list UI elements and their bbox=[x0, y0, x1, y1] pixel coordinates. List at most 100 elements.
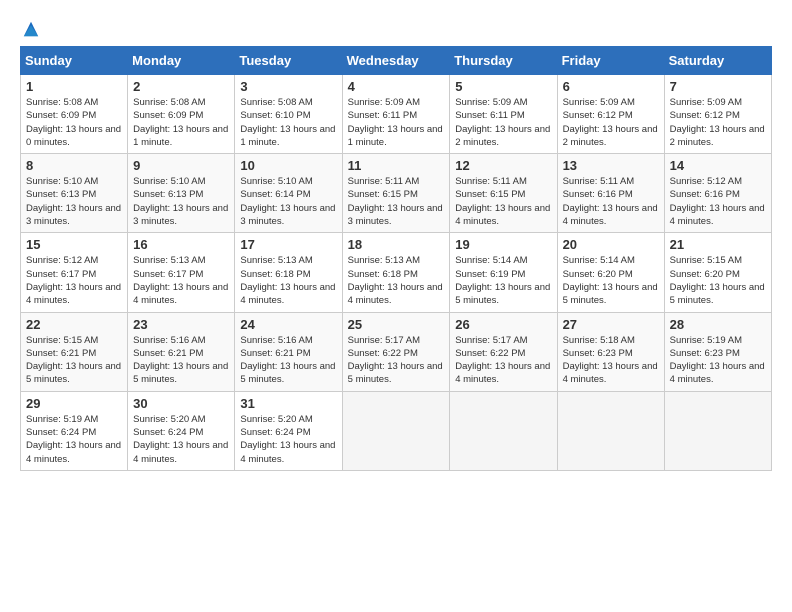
day-number: 9 bbox=[133, 158, 229, 173]
day-info: Sunrise: 5:10 AM Sunset: 6:14 PM Dayligh… bbox=[240, 175, 336, 228]
day-info: Sunrise: 5:13 AM Sunset: 6:17 PM Dayligh… bbox=[133, 254, 229, 307]
weekday-header: Sunday bbox=[21, 47, 128, 75]
page-header bbox=[20, 20, 772, 36]
day-number: 12 bbox=[455, 158, 551, 173]
day-number: 26 bbox=[455, 317, 551, 332]
calendar-cell: 30 Sunrise: 5:20 AM Sunset: 6:24 PM Dayl… bbox=[128, 391, 235, 470]
day-info: Sunrise: 5:19 AM Sunset: 6:24 PM Dayligh… bbox=[26, 413, 122, 466]
day-number: 18 bbox=[348, 237, 445, 252]
day-number: 6 bbox=[563, 79, 659, 94]
day-info: Sunrise: 5:08 AM Sunset: 6:09 PM Dayligh… bbox=[133, 96, 229, 149]
day-number: 21 bbox=[670, 237, 766, 252]
calendar-cell: 18 Sunrise: 5:13 AM Sunset: 6:18 PM Dayl… bbox=[342, 233, 450, 312]
day-info: Sunrise: 5:13 AM Sunset: 6:18 PM Dayligh… bbox=[240, 254, 336, 307]
day-info: Sunrise: 5:09 AM Sunset: 6:12 PM Dayligh… bbox=[563, 96, 659, 149]
day-number: 31 bbox=[240, 396, 336, 411]
calendar-cell: 12 Sunrise: 5:11 AM Sunset: 6:15 PM Dayl… bbox=[450, 154, 557, 233]
logo bbox=[20, 20, 40, 36]
day-number: 30 bbox=[133, 396, 229, 411]
day-number: 20 bbox=[563, 237, 659, 252]
calendar-cell: 27 Sunrise: 5:18 AM Sunset: 6:23 PM Dayl… bbox=[557, 312, 664, 391]
calendar-cell: 28 Sunrise: 5:19 AM Sunset: 6:23 PM Dayl… bbox=[664, 312, 771, 391]
calendar-table: SundayMondayTuesdayWednesdayThursdayFrid… bbox=[20, 46, 772, 471]
calendar-cell: 5 Sunrise: 5:09 AM Sunset: 6:11 PM Dayli… bbox=[450, 75, 557, 154]
day-number: 4 bbox=[348, 79, 445, 94]
calendar-cell: 29 Sunrise: 5:19 AM Sunset: 6:24 PM Dayl… bbox=[21, 391, 128, 470]
day-number: 14 bbox=[670, 158, 766, 173]
day-number: 5 bbox=[455, 79, 551, 94]
day-number: 28 bbox=[670, 317, 766, 332]
calendar-week-row: 8 Sunrise: 5:10 AM Sunset: 6:13 PM Dayli… bbox=[21, 154, 772, 233]
calendar-cell: 15 Sunrise: 5:12 AM Sunset: 6:17 PM Dayl… bbox=[21, 233, 128, 312]
day-number: 17 bbox=[240, 237, 336, 252]
calendar-cell: 6 Sunrise: 5:09 AM Sunset: 6:12 PM Dayli… bbox=[557, 75, 664, 154]
calendar-cell: 16 Sunrise: 5:13 AM Sunset: 6:17 PM Dayl… bbox=[128, 233, 235, 312]
day-number: 19 bbox=[455, 237, 551, 252]
day-number: 13 bbox=[563, 158, 659, 173]
calendar-cell: 11 Sunrise: 5:11 AM Sunset: 6:15 PM Dayl… bbox=[342, 154, 450, 233]
weekday-header: Monday bbox=[128, 47, 235, 75]
calendar-week-row: 15 Sunrise: 5:12 AM Sunset: 6:17 PM Dayl… bbox=[21, 233, 772, 312]
day-number: 1 bbox=[26, 79, 122, 94]
calendar-cell: 19 Sunrise: 5:14 AM Sunset: 6:19 PM Dayl… bbox=[450, 233, 557, 312]
day-info: Sunrise: 5:09 AM Sunset: 6:11 PM Dayligh… bbox=[348, 96, 445, 149]
calendar-cell: 17 Sunrise: 5:13 AM Sunset: 6:18 PM Dayl… bbox=[235, 233, 342, 312]
day-info: Sunrise: 5:12 AM Sunset: 6:17 PM Dayligh… bbox=[26, 254, 122, 307]
day-number: 3 bbox=[240, 79, 336, 94]
day-info: Sunrise: 5:09 AM Sunset: 6:12 PM Dayligh… bbox=[670, 96, 766, 149]
weekday-header: Friday bbox=[557, 47, 664, 75]
day-number: 11 bbox=[348, 158, 445, 173]
calendar-cell: 21 Sunrise: 5:15 AM Sunset: 6:20 PM Dayl… bbox=[664, 233, 771, 312]
day-info: Sunrise: 5:10 AM Sunset: 6:13 PM Dayligh… bbox=[133, 175, 229, 228]
day-info: Sunrise: 5:14 AM Sunset: 6:19 PM Dayligh… bbox=[455, 254, 551, 307]
day-number: 10 bbox=[240, 158, 336, 173]
calendar-cell: 9 Sunrise: 5:10 AM Sunset: 6:13 PM Dayli… bbox=[128, 154, 235, 233]
day-number: 16 bbox=[133, 237, 229, 252]
day-info: Sunrise: 5:12 AM Sunset: 6:16 PM Dayligh… bbox=[670, 175, 766, 228]
day-number: 8 bbox=[26, 158, 122, 173]
calendar-cell: 2 Sunrise: 5:08 AM Sunset: 6:09 PM Dayli… bbox=[128, 75, 235, 154]
calendar-cell: 3 Sunrise: 5:08 AM Sunset: 6:10 PM Dayli… bbox=[235, 75, 342, 154]
day-info: Sunrise: 5:17 AM Sunset: 6:22 PM Dayligh… bbox=[455, 334, 551, 387]
day-info: Sunrise: 5:15 AM Sunset: 6:20 PM Dayligh… bbox=[670, 254, 766, 307]
day-info: Sunrise: 5:09 AM Sunset: 6:11 PM Dayligh… bbox=[455, 96, 551, 149]
day-number: 25 bbox=[348, 317, 445, 332]
calendar-cell: 20 Sunrise: 5:14 AM Sunset: 6:20 PM Dayl… bbox=[557, 233, 664, 312]
day-number: 15 bbox=[26, 237, 122, 252]
calendar-cell: 1 Sunrise: 5:08 AM Sunset: 6:09 PM Dayli… bbox=[21, 75, 128, 154]
day-info: Sunrise: 5:16 AM Sunset: 6:21 PM Dayligh… bbox=[240, 334, 336, 387]
calendar-week-row: 29 Sunrise: 5:19 AM Sunset: 6:24 PM Dayl… bbox=[21, 391, 772, 470]
day-info: Sunrise: 5:11 AM Sunset: 6:15 PM Dayligh… bbox=[455, 175, 551, 228]
day-info: Sunrise: 5:11 AM Sunset: 6:15 PM Dayligh… bbox=[348, 175, 445, 228]
day-number: 27 bbox=[563, 317, 659, 332]
day-number: 7 bbox=[670, 79, 766, 94]
day-info: Sunrise: 5:18 AM Sunset: 6:23 PM Dayligh… bbox=[563, 334, 659, 387]
calendar-cell: 13 Sunrise: 5:11 AM Sunset: 6:16 PM Dayl… bbox=[557, 154, 664, 233]
day-info: Sunrise: 5:14 AM Sunset: 6:20 PM Dayligh… bbox=[563, 254, 659, 307]
weekday-header: Saturday bbox=[664, 47, 771, 75]
day-info: Sunrise: 5:20 AM Sunset: 6:24 PM Dayligh… bbox=[240, 413, 336, 466]
calendar-cell: 14 Sunrise: 5:12 AM Sunset: 6:16 PM Dayl… bbox=[664, 154, 771, 233]
calendar-cell: 7 Sunrise: 5:09 AM Sunset: 6:12 PM Dayli… bbox=[664, 75, 771, 154]
day-number: 2 bbox=[133, 79, 229, 94]
calendar-week-row: 22 Sunrise: 5:15 AM Sunset: 6:21 PM Dayl… bbox=[21, 312, 772, 391]
weekday-header: Tuesday bbox=[235, 47, 342, 75]
calendar-cell: 25 Sunrise: 5:17 AM Sunset: 6:22 PM Dayl… bbox=[342, 312, 450, 391]
day-info: Sunrise: 5:13 AM Sunset: 6:18 PM Dayligh… bbox=[348, 254, 445, 307]
weekday-header: Thursday bbox=[450, 47, 557, 75]
calendar-cell bbox=[557, 391, 664, 470]
day-number: 24 bbox=[240, 317, 336, 332]
calendar-cell: 26 Sunrise: 5:17 AM Sunset: 6:22 PM Dayl… bbox=[450, 312, 557, 391]
day-info: Sunrise: 5:08 AM Sunset: 6:09 PM Dayligh… bbox=[26, 96, 122, 149]
day-number: 23 bbox=[133, 317, 229, 332]
day-info: Sunrise: 5:20 AM Sunset: 6:24 PM Dayligh… bbox=[133, 413, 229, 466]
day-number: 29 bbox=[26, 396, 122, 411]
weekday-header: Wednesday bbox=[342, 47, 450, 75]
calendar-cell bbox=[450, 391, 557, 470]
calendar-week-row: 1 Sunrise: 5:08 AM Sunset: 6:09 PM Dayli… bbox=[21, 75, 772, 154]
logo-icon bbox=[22, 20, 40, 38]
calendar-cell: 4 Sunrise: 5:09 AM Sunset: 6:11 PM Dayli… bbox=[342, 75, 450, 154]
day-info: Sunrise: 5:11 AM Sunset: 6:16 PM Dayligh… bbox=[563, 175, 659, 228]
day-info: Sunrise: 5:16 AM Sunset: 6:21 PM Dayligh… bbox=[133, 334, 229, 387]
calendar-cell bbox=[342, 391, 450, 470]
